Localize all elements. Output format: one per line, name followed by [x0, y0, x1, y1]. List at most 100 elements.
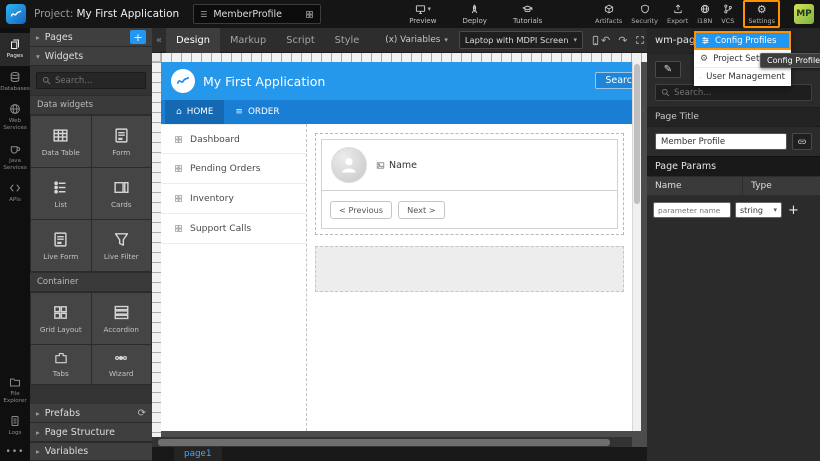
page-tab[interactable]: page1	[174, 447, 222, 461]
param-name-input[interactable]	[653, 202, 731, 218]
bind-property-button[interactable]	[792, 133, 812, 150]
add-param-button[interactable]: +	[788, 204, 799, 217]
widget-tile-list[interactable]: List	[31, 168, 91, 219]
page-structure-section-header[interactable]: ▸ Page Structure	[30, 423, 152, 442]
widget-tile-label: Data Table	[42, 148, 80, 157]
code-brackets-icon	[9, 182, 21, 194]
vcs-button[interactable]: VCS	[721, 3, 734, 25]
tab-script[interactable]: Script	[276, 28, 324, 53]
phone-preview-icon[interactable]	[590, 35, 601, 46]
sidebar-item-databases[interactable]: Databases	[0, 66, 30, 99]
widget-tile-label: Wizard	[109, 369, 134, 378]
widget-tile-grid-layout[interactable]: Grid Layout	[31, 293, 91, 344]
list-widget-selection-guide[interactable]: Name < Previous Next >	[315, 133, 624, 235]
variables-dropdown[interactable]: (x) Variables ▾	[385, 35, 448, 45]
widget-search-box[interactable]	[36, 72, 146, 89]
artifacts-button[interactable]: Artifacts	[595, 3, 622, 25]
collapse-left-panel-icon[interactable]: «	[152, 35, 166, 46]
nav-item-order[interactable]: ≡ ORDER	[224, 100, 290, 124]
redo-icon[interactable]: ↷	[618, 34, 627, 47]
widget-tile-wizard[interactable]: Wizard	[92, 345, 152, 384]
menu-item-user-management[interactable]: User Management	[694, 68, 791, 86]
horizontal-scrollbar[interactable]	[152, 437, 632, 447]
widget-search-input[interactable]	[55, 76, 140, 86]
device-preview-select[interactable]: Laptop with MDPI Screen ▾	[459, 31, 583, 49]
sidebar-item-logs[interactable]: Logs	[0, 410, 30, 443]
security-shield-icon	[640, 4, 650, 14]
widget-tile-label: Tabs	[53, 369, 69, 378]
sidebar-item-java-services[interactable]: Java Services	[0, 138, 30, 177]
vertical-scrollbar-thumb[interactable]	[634, 64, 640, 204]
widget-tile-cards[interactable]: Cards	[92, 168, 152, 219]
variables-section-header[interactable]: ▸ Variables	[30, 442, 152, 461]
widget-tile-live-form[interactable]: Live Form	[31, 220, 91, 271]
tab-markup[interactable]: Markup	[220, 28, 276, 53]
pencil-icon: ✎	[664, 64, 672, 75]
pagination-widget: < Previous Next >	[321, 191, 618, 229]
member-avatar-placeholder[interactable]	[331, 147, 367, 183]
member-name-row[interactable]: Name	[376, 160, 417, 171]
tutorials-button[interactable]: Tutorials	[513, 3, 542, 25]
add-page-button[interactable]: +	[130, 30, 146, 44]
page-selector[interactable]: ☰ MemberProfile	[193, 4, 321, 24]
side-nav-widget[interactable]: Dashboard Pending Orders Inventory Suppo…	[161, 124, 307, 431]
sidebar-item-file-explorer[interactable]: File Explorer	[0, 371, 30, 410]
data-widgets-grid: Data Table Form List Cards Live Form Liv…	[30, 115, 152, 272]
undo-icon[interactable]: ↶	[601, 34, 610, 47]
param-type-select[interactable]: string ▾	[735, 202, 782, 218]
refresh-icon[interactable]: ⟳	[138, 408, 146, 419]
properties-search-box[interactable]	[655, 84, 812, 101]
widget-tile-data-table[interactable]: Data Table	[31, 116, 91, 167]
pages-section-header[interactable]: ▸ Pages +	[30, 28, 152, 47]
properties-search-input[interactable]	[674, 88, 806, 98]
previous-button[interactable]: < Previous	[330, 201, 392, 219]
vertical-scrollbar[interactable]	[632, 62, 641, 431]
accordion-icon	[113, 304, 130, 321]
data-widgets-group-label: Data widgets	[30, 95, 152, 115]
widget-tile-form[interactable]: Form	[92, 116, 152, 167]
side-nav-item-support-calls[interactable]: Support Calls	[161, 214, 306, 244]
preview-label: Preview	[409, 17, 436, 25]
preview-button[interactable]: ▾ Preview	[409, 3, 436, 25]
tab-design[interactable]: Design	[166, 28, 220, 53]
widgets-section-header[interactable]: ▾ Widgets	[30, 47, 152, 66]
horizontal-scrollbar-thumb[interactable]	[158, 439, 610, 446]
i18n-button[interactable]: i18N	[697, 3, 712, 25]
side-nav-item-pending-orders[interactable]: Pending Orders	[161, 154, 306, 184]
horizontal-ruler	[161, 53, 647, 62]
export-label: Export	[667, 17, 688, 25]
export-button[interactable]: Export	[667, 3, 688, 25]
widget-tile-label: Grid Layout	[40, 325, 82, 334]
widget-tile-live-filter[interactable]: Live Filter	[92, 220, 152, 271]
tab-style[interactable]: Style	[325, 28, 370, 53]
nav-item-home[interactable]: ⌂ HOME	[165, 100, 224, 124]
tutorials-label: Tutorials	[513, 17, 542, 25]
sidebar-item-label: File Explorer	[0, 391, 30, 404]
prefabs-section-header[interactable]: ▸ Prefabs ⟳	[30, 404, 152, 423]
menu-item-config-profiles[interactable]: Config Profiles	[694, 31, 791, 50]
deploy-button[interactable]: Deploy	[462, 3, 487, 25]
side-nav-item-inventory[interactable]: Inventory	[161, 184, 306, 214]
edit-markup-button[interactable]: ✎	[655, 61, 681, 78]
settings-button[interactable]: ⚙ Settings	[743, 0, 780, 28]
more-options-icon[interactable]: •••	[0, 443, 30, 461]
sidebar-item-web-services[interactable]: Web Services	[0, 98, 30, 137]
sidebar-item-pages[interactable]: Pages	[0, 33, 30, 66]
app-navbar-widget[interactable]: ⌂ HOME ≡ ORDER	[161, 100, 632, 124]
footer-placeholder-widget[interactable]	[315, 246, 624, 292]
left-panel-bottom-sections: ▸ Prefabs ⟳ ▸ Page Structure ▸ Variables	[30, 404, 152, 461]
fullscreen-icon[interactable]	[635, 35, 645, 45]
member-card-widget[interactable]: Name	[321, 139, 618, 191]
page-title-input[interactable]	[655, 133, 787, 150]
sidebar-item-apis[interactable]: APIs	[0, 177, 30, 210]
side-nav-item-dashboard[interactable]: Dashboard	[161, 124, 306, 154]
user-avatar[interactable]: MP	[794, 4, 814, 24]
next-button[interactable]: Next >	[398, 201, 445, 219]
app-search-button[interactable]: Search	[595, 72, 632, 89]
app-header-widget[interactable]: My First Application Search	[161, 62, 632, 100]
security-button[interactable]: Security	[631, 3, 658, 25]
widget-tile-accordion[interactable]: Accordion	[92, 293, 152, 344]
search-icon	[42, 76, 51, 85]
widget-tile-tabs[interactable]: Tabs	[31, 345, 91, 384]
i18n-label: i18N	[697, 17, 712, 25]
